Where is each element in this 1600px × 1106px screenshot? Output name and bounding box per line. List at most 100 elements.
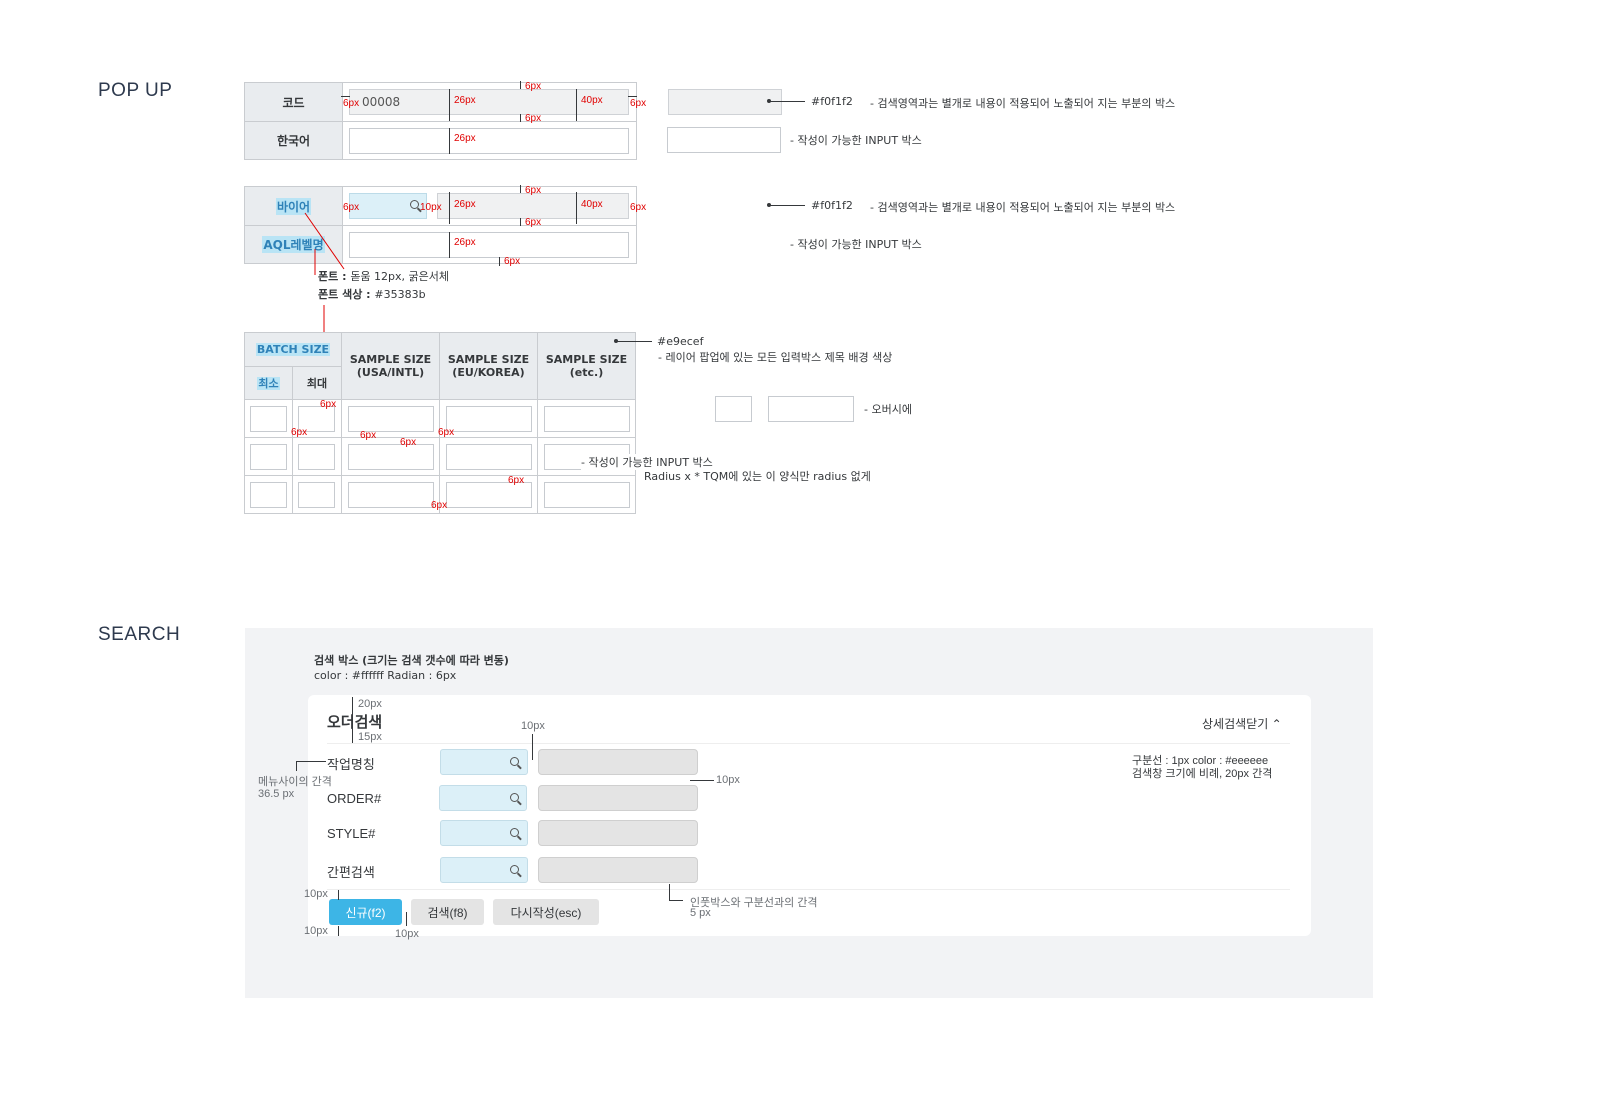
table-row (538, 476, 635, 513)
min-input[interactable] (250, 406, 287, 432)
usa-input[interactable] (348, 482, 434, 508)
table-row (440, 438, 538, 476)
dim-label: 6px (504, 256, 521, 267)
job-search-input[interactable] (440, 749, 528, 775)
popup-label-code: 코드 (245, 83, 343, 121)
eu-line2: (EU/KOREA) (452, 366, 525, 379)
korean-input[interactable] (349, 128, 629, 154)
pointer-line (769, 101, 805, 102)
table-row (245, 438, 293, 476)
pointer-line (769, 205, 805, 206)
dim-label: 6px (291, 427, 308, 438)
quick-search-input[interactable] (440, 857, 528, 883)
dim-label: 15px (358, 731, 382, 743)
sample-input-box[interactable] (667, 127, 781, 153)
usa-input[interactable] (348, 406, 434, 432)
order-search-input[interactable] (439, 785, 527, 811)
eu-input[interactable] (446, 444, 532, 470)
detail-search-close[interactable]: 상세검색닫기 ⌃ (1202, 715, 1282, 732)
note-hover: - 오버시에 (864, 403, 912, 416)
chevron-up-icon: ⌃ (1271, 717, 1282, 731)
dim-label: 6px (343, 98, 360, 109)
batch-table: BATCH SIZE 최소 최대 SAMPLE SIZE (USA/INTL) S… (244, 332, 636, 514)
search-heading: 오더검색 (327, 713, 383, 731)
job-value-box (538, 749, 698, 775)
max-input[interactable] (298, 482, 335, 508)
input-gap-note-line2: 5 px (690, 907, 711, 919)
etc-line2: (etc.) (569, 366, 604, 379)
etc-input[interactable] (544, 406, 630, 432)
dim-label: 6px (320, 399, 337, 410)
search-icon[interactable] (410, 200, 419, 209)
dim-line (520, 81, 521, 89)
dim-line (499, 257, 500, 266)
dim-label: 6px (630, 202, 647, 213)
new-button[interactable]: 신규(f2) (329, 899, 402, 925)
dim-line (352, 697, 353, 743)
quick-value-box (538, 857, 698, 883)
note-color: #f0f1f2 (811, 199, 853, 212)
search-icon[interactable] (510, 793, 519, 802)
eu-header: SAMPLE SIZE (EU/KOREA) (440, 333, 538, 400)
dim-line (532, 734, 533, 760)
search-icon[interactable] (510, 828, 519, 837)
dim-label: 26px (454, 133, 476, 144)
dim-line (338, 926, 339, 936)
hover-sample-wide[interactable] (768, 396, 854, 422)
dim-label: 10px (304, 888, 328, 900)
dim-label: 6px (508, 475, 525, 486)
max-header: 최대 (293, 367, 342, 400)
max-label: 최대 (306, 376, 328, 390)
table-row (245, 400, 293, 438)
dim-line (576, 192, 577, 224)
table-row (440, 400, 538, 438)
gap-note-line1: 메뉴사이의 간격 (258, 776, 332, 788)
dim-label: 10px (395, 928, 419, 940)
etc-input[interactable] (544, 482, 630, 508)
gap-note-line2: 36.5 px (258, 788, 295, 800)
dim-label: 6px (525, 81, 542, 92)
hover-sample-small[interactable] (715, 396, 752, 422)
divider-bottom (327, 889, 1290, 890)
search-label-quick: 간편검색 (327, 865, 375, 880)
eu-input[interactable] (446, 406, 532, 432)
aql-input[interactable] (349, 232, 629, 258)
dim-line (449, 89, 450, 121)
table-row (342, 476, 440, 513)
dim-label: 6px (431, 500, 448, 511)
note-title-bg: - 레이어 팝업에 있는 모든 입력박스 제목 배경 색상 (658, 351, 893, 364)
section-title-search: SEARCH (98, 624, 181, 645)
font-note-label: 폰트 : (318, 270, 351, 283)
min-input[interactable] (250, 444, 287, 470)
table-row (538, 400, 635, 438)
popup-row-korean: 한국어 (245, 121, 636, 159)
search-icon[interactable] (510, 865, 519, 874)
style-search-input[interactable] (440, 820, 528, 846)
note-readonly: - 검색영역과는 별개로 내용이 적용되어 노출되어 지는 부분의 박스 (870, 97, 1176, 110)
search-label-order: ORDER# (327, 791, 382, 806)
search-button[interactable]: 검색(f8) (411, 899, 484, 925)
dim-line (628, 96, 637, 97)
buyer-search-input[interactable] (349, 193, 427, 219)
dim-line (520, 218, 521, 226)
dim-label: 10px (420, 202, 442, 213)
divider-top (327, 743, 1290, 744)
dim-label: 6px (360, 430, 377, 441)
usa-line2: (USA/INTL) (356, 366, 425, 379)
usa-input[interactable] (348, 444, 434, 470)
search-label-style: STYLE# (327, 826, 376, 841)
dim-label: 26px (454, 237, 476, 248)
detail-search-close-label: 상세검색닫기 (1202, 717, 1269, 731)
dim-label: 6px (630, 98, 647, 109)
dim-line (341, 96, 350, 97)
search-icon[interactable] (510, 757, 519, 766)
search-box-title: 검색 박스 (크기는 검색 갯수에 따라 변동) (314, 654, 509, 667)
code-value: 00008 (362, 95, 401, 109)
table-row (342, 400, 440, 438)
max-input[interactable] (298, 444, 335, 470)
font-note: 폰트 : 돋움 12px, 굵은서체 (318, 268, 449, 284)
divider-note-line2: 검색창 크기에 비례, 20px 간격 (1132, 768, 1273, 780)
min-input[interactable] (250, 482, 287, 508)
font-color-note: 폰트 색상 : #35383b (318, 286, 426, 302)
reset-button[interactable]: 다시작성(esc) (493, 899, 599, 925)
